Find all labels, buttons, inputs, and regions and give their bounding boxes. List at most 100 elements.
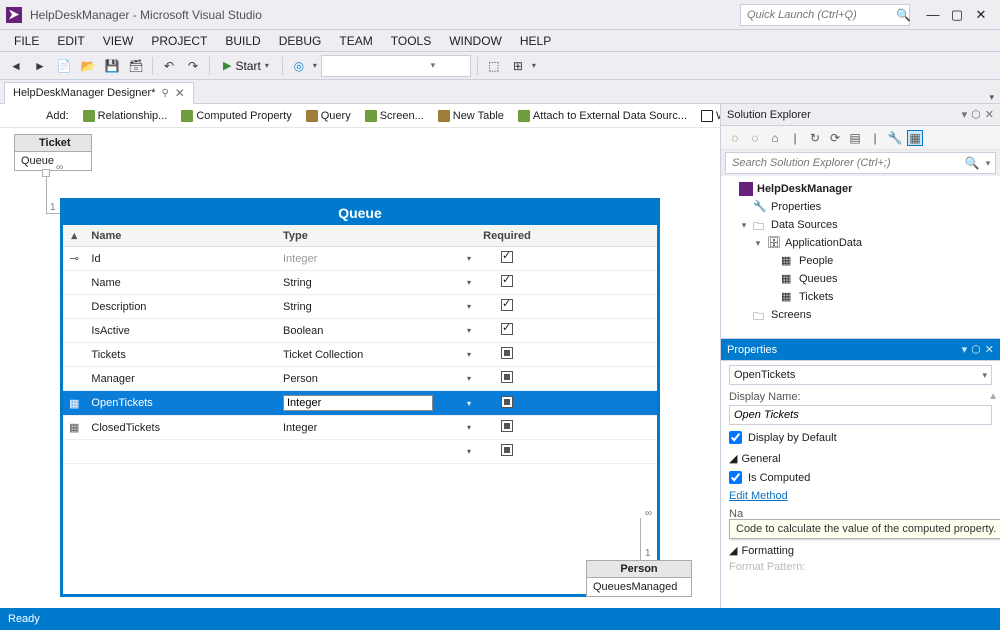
se-project[interactable]: HelpDeskManager (757, 183, 852, 195)
solution-explorer-tree[interactable]: HelpDeskManager 🔧Properties ▾🗀Data Sourc… (721, 176, 1000, 338)
row-type[interactable]: Boolean▾ (277, 319, 477, 343)
queue-row[interactable]: ▦ClosedTicketsInteger▾ (63, 416, 657, 440)
minimize-button[interactable]: — (926, 7, 940, 23)
se-collapse-icon[interactable]: ▤ (847, 131, 863, 145)
design-surface[interactable]: Ticket Queue ∞ 1 Queue ▴ Name Type Requi… (0, 128, 720, 608)
pin-icon[interactable]: ⚲ (161, 88, 168, 99)
se-properties[interactable]: Properties (771, 201, 821, 213)
col-name[interactable]: Name (85, 225, 277, 247)
se-appdata[interactable]: ApplicationData (785, 237, 862, 249)
close-button[interactable]: ✕ (974, 7, 988, 23)
se-showall-icon[interactable]: ▦ (907, 130, 923, 146)
nav-back-icon[interactable]: ◄ (6, 56, 26, 76)
queue-row[interactable]: ▾ (63, 440, 657, 464)
se-sync-icon[interactable]: ↻ (807, 131, 823, 145)
display-by-default-checkbox[interactable] (729, 431, 742, 444)
row-required[interactable] (477, 319, 537, 343)
collapse-icon[interactable]: ◢ (729, 544, 737, 557)
row-name[interactable]: Name (85, 271, 277, 295)
scroll-up-icon[interactable]: ▲ (988, 391, 998, 402)
row-required[interactable] (477, 247, 537, 271)
row-type[interactable]: String▾ (277, 271, 477, 295)
add-screen-button[interactable]: Screen... (361, 110, 428, 122)
save-icon[interactable]: 💾 (102, 56, 122, 76)
queue-row[interactable]: IsActiveBoolean▾ (63, 319, 657, 343)
menu-help[interactable]: HELP (512, 32, 559, 50)
solution-explorer-header[interactable]: Solution Explorer ▾⬡✕ (721, 104, 1000, 126)
attach-data-source-button[interactable]: Attach to External Data Sourc... (514, 110, 691, 122)
menu-debug[interactable]: DEBUG (271, 32, 330, 50)
queue-row[interactable]: DescriptionString▾ (63, 295, 657, 319)
col-required[interactable]: Required (477, 225, 537, 247)
se-back-icon[interactable]: ◌ (727, 131, 743, 145)
add-computed-property-button[interactable]: Computed Property (177, 110, 295, 122)
add-query-button[interactable]: Query (302, 110, 355, 122)
row-type[interactable]: Ticket Collection▾ (277, 343, 477, 367)
queue-row[interactable]: ManagerPerson▾ (63, 367, 657, 391)
se-refresh-icon[interactable]: ⟳ (827, 131, 843, 145)
edit-method-link[interactable]: Edit Method (729, 490, 788, 502)
se-table-tickets[interactable]: Tickets (799, 291, 833, 303)
solution-explorer-search[interactable]: 🔍 ▾ (725, 152, 996, 174)
queue-row[interactable]: TicketsTicket Collection▾ (63, 343, 657, 367)
entity-queue[interactable]: Queue ▴ Name Type Required ⊸IdInteger▾Na… (60, 198, 660, 597)
row-required[interactable] (477, 367, 537, 391)
collapse-icon[interactable]: ◢ (729, 452, 737, 465)
menu-team[interactable]: TEAM (331, 32, 380, 50)
row-required[interactable] (477, 343, 537, 367)
se-datasources[interactable]: Data Sources (771, 219, 838, 231)
nav-fwd-icon[interactable]: ► (30, 56, 50, 76)
row-name[interactable]: Id (85, 247, 277, 271)
quick-launch[interactable]: 🔍 (740, 4, 910, 26)
menu-view[interactable]: VIEW (95, 32, 142, 50)
row-required[interactable] (477, 271, 537, 295)
search-icon[interactable]: 🔍 (963, 156, 981, 170)
row-type[interactable]: Person▾ (277, 367, 477, 391)
add-new-table-button[interactable]: New Table (434, 110, 508, 122)
row-name[interactable] (85, 440, 277, 464)
panel-dropdown-icon[interactable]: ▾ (962, 108, 968, 121)
tool-icon-2[interactable]: ⊞ (508, 56, 528, 76)
row-type[interactable]: String▾ (277, 295, 477, 319)
panel-close-icon[interactable]: ✕ (985, 343, 994, 356)
row-name[interactable]: OpenTickets (85, 391, 277, 416)
row-type[interactable]: ▾ (277, 440, 477, 464)
se-fwd-icon[interactable]: ◌ (747, 131, 763, 145)
se-table-people[interactable]: People (799, 255, 833, 267)
menu-build[interactable]: BUILD (217, 32, 268, 50)
display-name-input[interactable] (729, 405, 992, 425)
panel-pin-icon[interactable]: ⬡ (971, 108, 981, 121)
open-icon[interactable]: 📂 (78, 56, 98, 76)
se-screens[interactable]: Screens (771, 309, 811, 321)
row-name[interactable]: Description (85, 295, 277, 319)
entity-person[interactable]: Person QueuesManaged (586, 560, 692, 597)
row-required[interactable] (477, 416, 537, 440)
redo-icon[interactable]: ↷ (183, 56, 203, 76)
menu-file[interactable]: FILE (6, 32, 47, 50)
quick-launch-input[interactable] (741, 9, 896, 21)
row-required[interactable] (477, 391, 537, 416)
row-type[interactable]: ▾ (277, 391, 477, 416)
tab-close-icon[interactable]: ✕ (175, 86, 185, 100)
write-code-button[interactable]: Write Code▾ (697, 110, 720, 122)
row-name[interactable]: Manager (85, 367, 277, 391)
start-debug-button[interactable]: ▶ Start ▾ (216, 55, 276, 77)
queue-row[interactable]: NameString▾ (63, 271, 657, 295)
se-table-queues[interactable]: Queues (799, 273, 838, 285)
is-computed-checkbox[interactable] (729, 471, 742, 484)
row-name[interactable]: Tickets (85, 343, 277, 367)
panel-close-icon[interactable]: ✕ (985, 108, 994, 121)
search-dd-icon[interactable]: ▾ (981, 158, 995, 169)
browser-icon[interactable]: ◎ (289, 56, 309, 76)
menu-window[interactable]: WINDOW (441, 32, 510, 50)
row-required[interactable] (477, 295, 537, 319)
row-name[interactable]: ClosedTickets (85, 416, 277, 440)
search-icon[interactable]: 🔍 (896, 8, 911, 22)
add-relationship-button[interactable]: Relationship... (79, 110, 172, 122)
row-type[interactable]: Integer▾ (277, 416, 477, 440)
col-type[interactable]: Type (277, 225, 477, 247)
maximize-button[interactable]: ▢ (950, 7, 964, 23)
row-type[interactable]: Integer▾ (277, 247, 477, 271)
entity-ticket[interactable]: Ticket Queue (14, 134, 92, 171)
queue-row[interactable]: ▦OpenTickets▾ (63, 391, 657, 416)
